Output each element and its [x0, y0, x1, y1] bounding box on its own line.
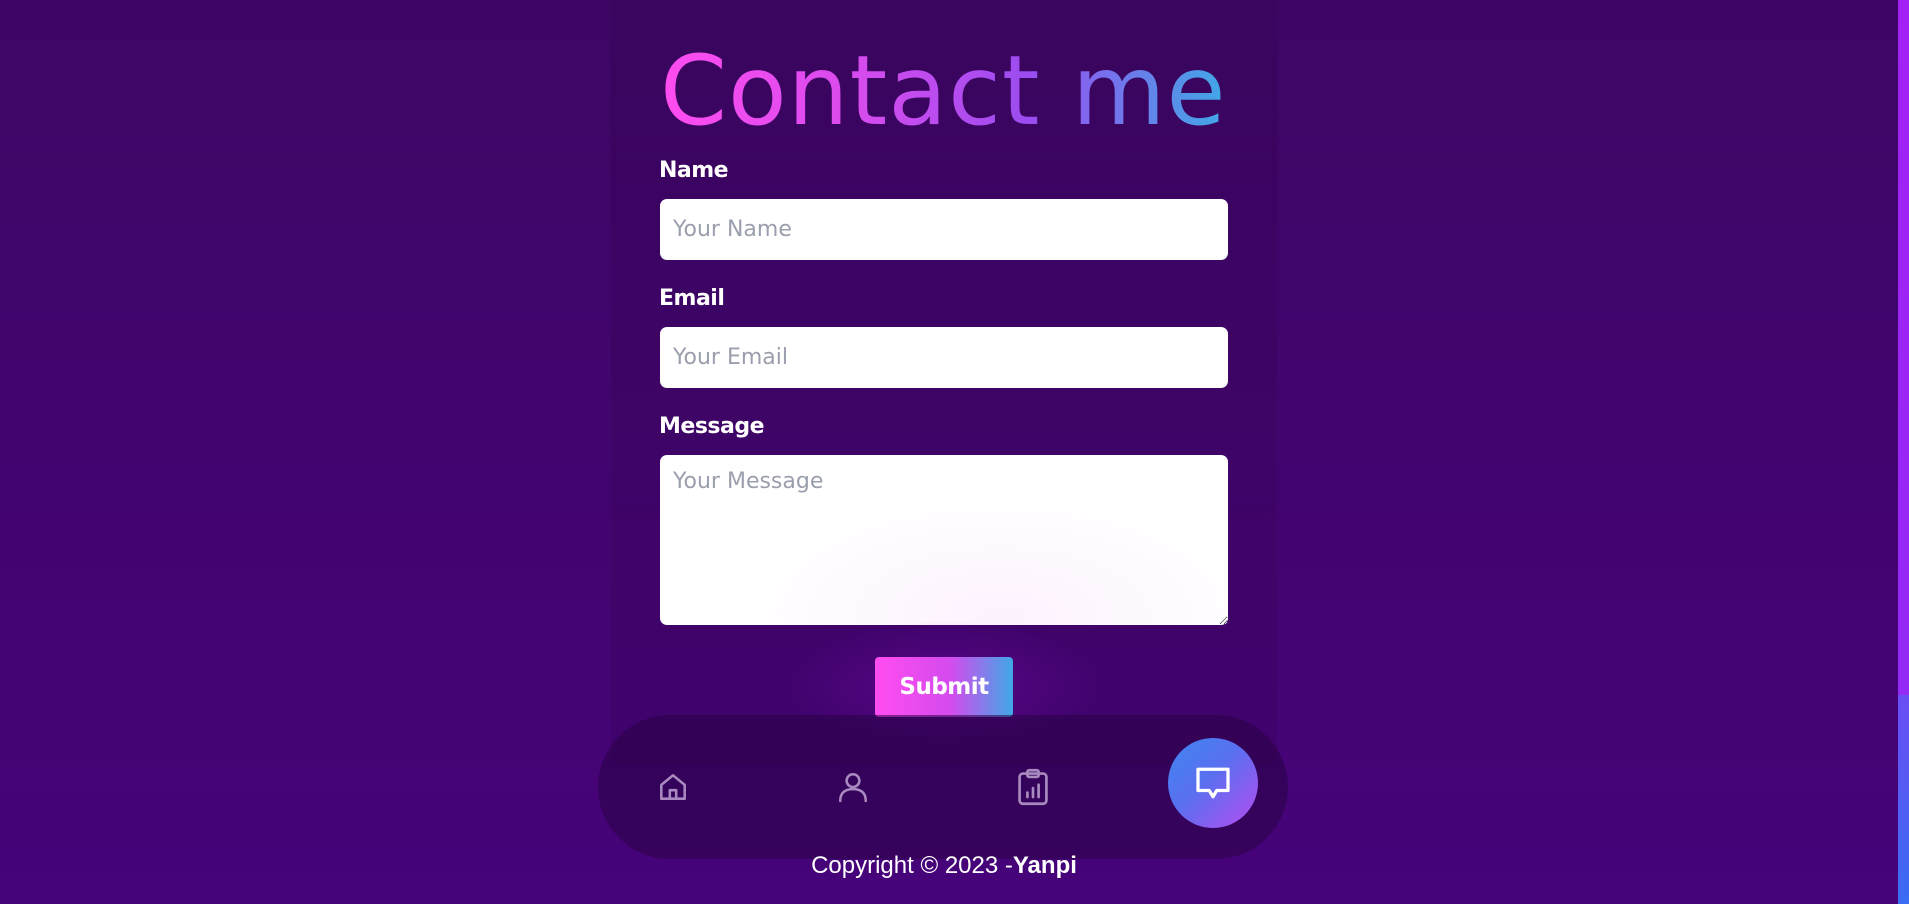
submit-button[interactable]: Submit — [875, 657, 1013, 717]
nav-home-button[interactable] — [633, 715, 713, 859]
page-title: Contact me — [660, 35, 1227, 147]
name-label: Name — [659, 158, 729, 183]
message-label: Message — [659, 414, 765, 439]
email-label: Email — [659, 286, 725, 311]
clipboard-chart-icon — [1018, 768, 1048, 806]
nav-contact-button[interactable] — [1168, 738, 1258, 828]
user-icon — [838, 772, 868, 803]
name-input[interactable] — [660, 199, 1228, 260]
chat-icon — [1196, 767, 1230, 799]
copyright-text: Copyright © 2023 - — [811, 852, 1013, 879]
footer-copyright: Copyright © 2023 -Yanpi — [0, 852, 1888, 880]
nav-projects-button[interactable] — [993, 715, 1073, 859]
copyright-author: Yanpi — [1012, 852, 1077, 879]
email-input[interactable] — [660, 327, 1228, 388]
scrollbar-thumb[interactable] — [1898, 695, 1909, 904]
message-textarea[interactable] — [660, 455, 1228, 625]
home-icon — [660, 774, 686, 800]
nav-profile-button[interactable] — [813, 715, 893, 859]
